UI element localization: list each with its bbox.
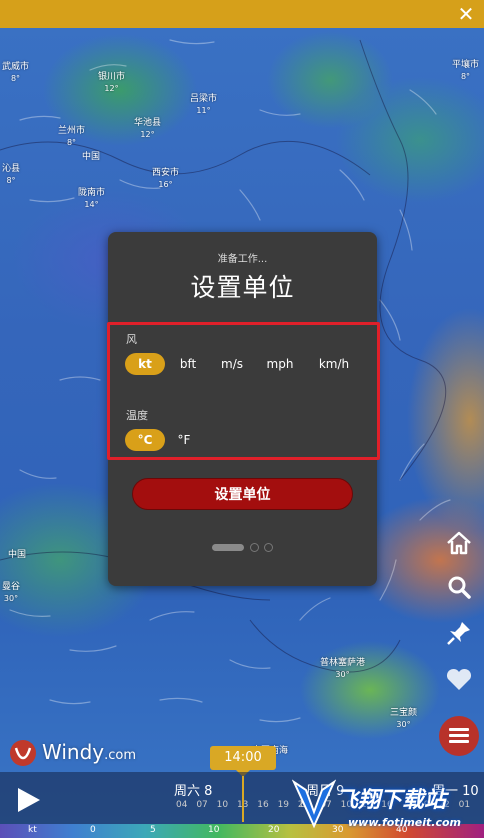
windy-logo-icon — [10, 740, 36, 766]
scale-tick: 20 — [268, 825, 280, 835]
watermark: 飞翔下载站 www.fotimeit.com — [292, 772, 484, 838]
watermark-url: www.fotimeit.com — [348, 816, 462, 829]
watermark-text: 飞翔下载站 — [336, 788, 447, 813]
search-icon[interactable] — [444, 572, 474, 602]
units-dialog: 准备工作... 设置单位 风 kt bft m/s mph km/h 温度 °C… — [107, 232, 380, 586]
menu-icon[interactable] — [439, 716, 479, 756]
current-time-marker — [242, 776, 244, 822]
wind-unit-bft[interactable]: bft — [170, 353, 206, 375]
timeline-day[interactable]: 周六 8 — [174, 780, 212, 799]
scale-tick: 10 — [208, 825, 220, 835]
current-time-bubble[interactable]: 14:00 — [210, 746, 276, 770]
play-icon[interactable] — [18, 788, 40, 812]
wind-unit-kmh[interactable]: km/h — [312, 353, 356, 375]
temp-unit-fahrenheit[interactable]: °F — [168, 429, 200, 451]
map-region-label: 中国 — [8, 550, 27, 560]
map-city-label: 普林塞萨港 30° — [320, 658, 366, 679]
scale-unit: kt — [28, 825, 37, 835]
map-city-label: 银川市 12° — [98, 72, 126, 93]
pager-dot[interactable] — [250, 543, 259, 552]
close-icon[interactable]: ✕ — [456, 4, 476, 24]
map-city-label: 吕梁市 11° — [190, 94, 218, 115]
scale-tick: 5 — [150, 825, 156, 835]
map-city-label: 三宝颜 30° — [390, 708, 418, 729]
windy-logo-text: Windy.com — [42, 740, 137, 764]
heart-icon[interactable] — [444, 664, 474, 694]
pager-dot-active[interactable] — [212, 544, 244, 551]
map-city-label: 华池县 12° — [134, 118, 162, 139]
map-city-label: 西安市 16° — [152, 168, 180, 189]
wind-section-label: 风 — [126, 333, 137, 346]
map-city-label: 陇南市 14° — [78, 188, 106, 209]
home-icon[interactable] — [444, 528, 474, 558]
pin-icon[interactable] — [444, 618, 474, 648]
map-city-label: 曼谷 30° — [2, 582, 21, 603]
temp-unit-celsius[interactable]: °C — [125, 429, 165, 451]
map-city-label: 武威市 8° — [2, 62, 30, 83]
dialog-title: 设置单位 — [190, 273, 295, 302]
map-city-label: 兰州市 8° — [58, 126, 86, 147]
wind-unit-kt[interactable]: kt — [125, 353, 165, 375]
watermark-logo-icon — [292, 779, 336, 829]
units-selection-box: 风 kt bft m/s mph km/h 温度 °C °F — [107, 322, 380, 460]
map-region-label: 中国 — [82, 152, 101, 162]
wind-unit-ms[interactable]: m/s — [212, 353, 252, 375]
pager-dot[interactable] — [264, 543, 273, 552]
top-bar: ✕ — [0, 0, 484, 28]
wind-unit-mph[interactable]: mph — [260, 353, 300, 375]
dialog-subtitle: 准备工作... — [217, 254, 268, 265]
scale-tick: 0 — [90, 825, 96, 835]
set-units-button[interactable]: 设置单位 — [132, 478, 353, 510]
map-city-label: 沁县 8° — [2, 164, 21, 185]
temperature-section-label: 温度 — [126, 409, 148, 422]
map-city-label: 平壤市 8° — [452, 60, 480, 81]
